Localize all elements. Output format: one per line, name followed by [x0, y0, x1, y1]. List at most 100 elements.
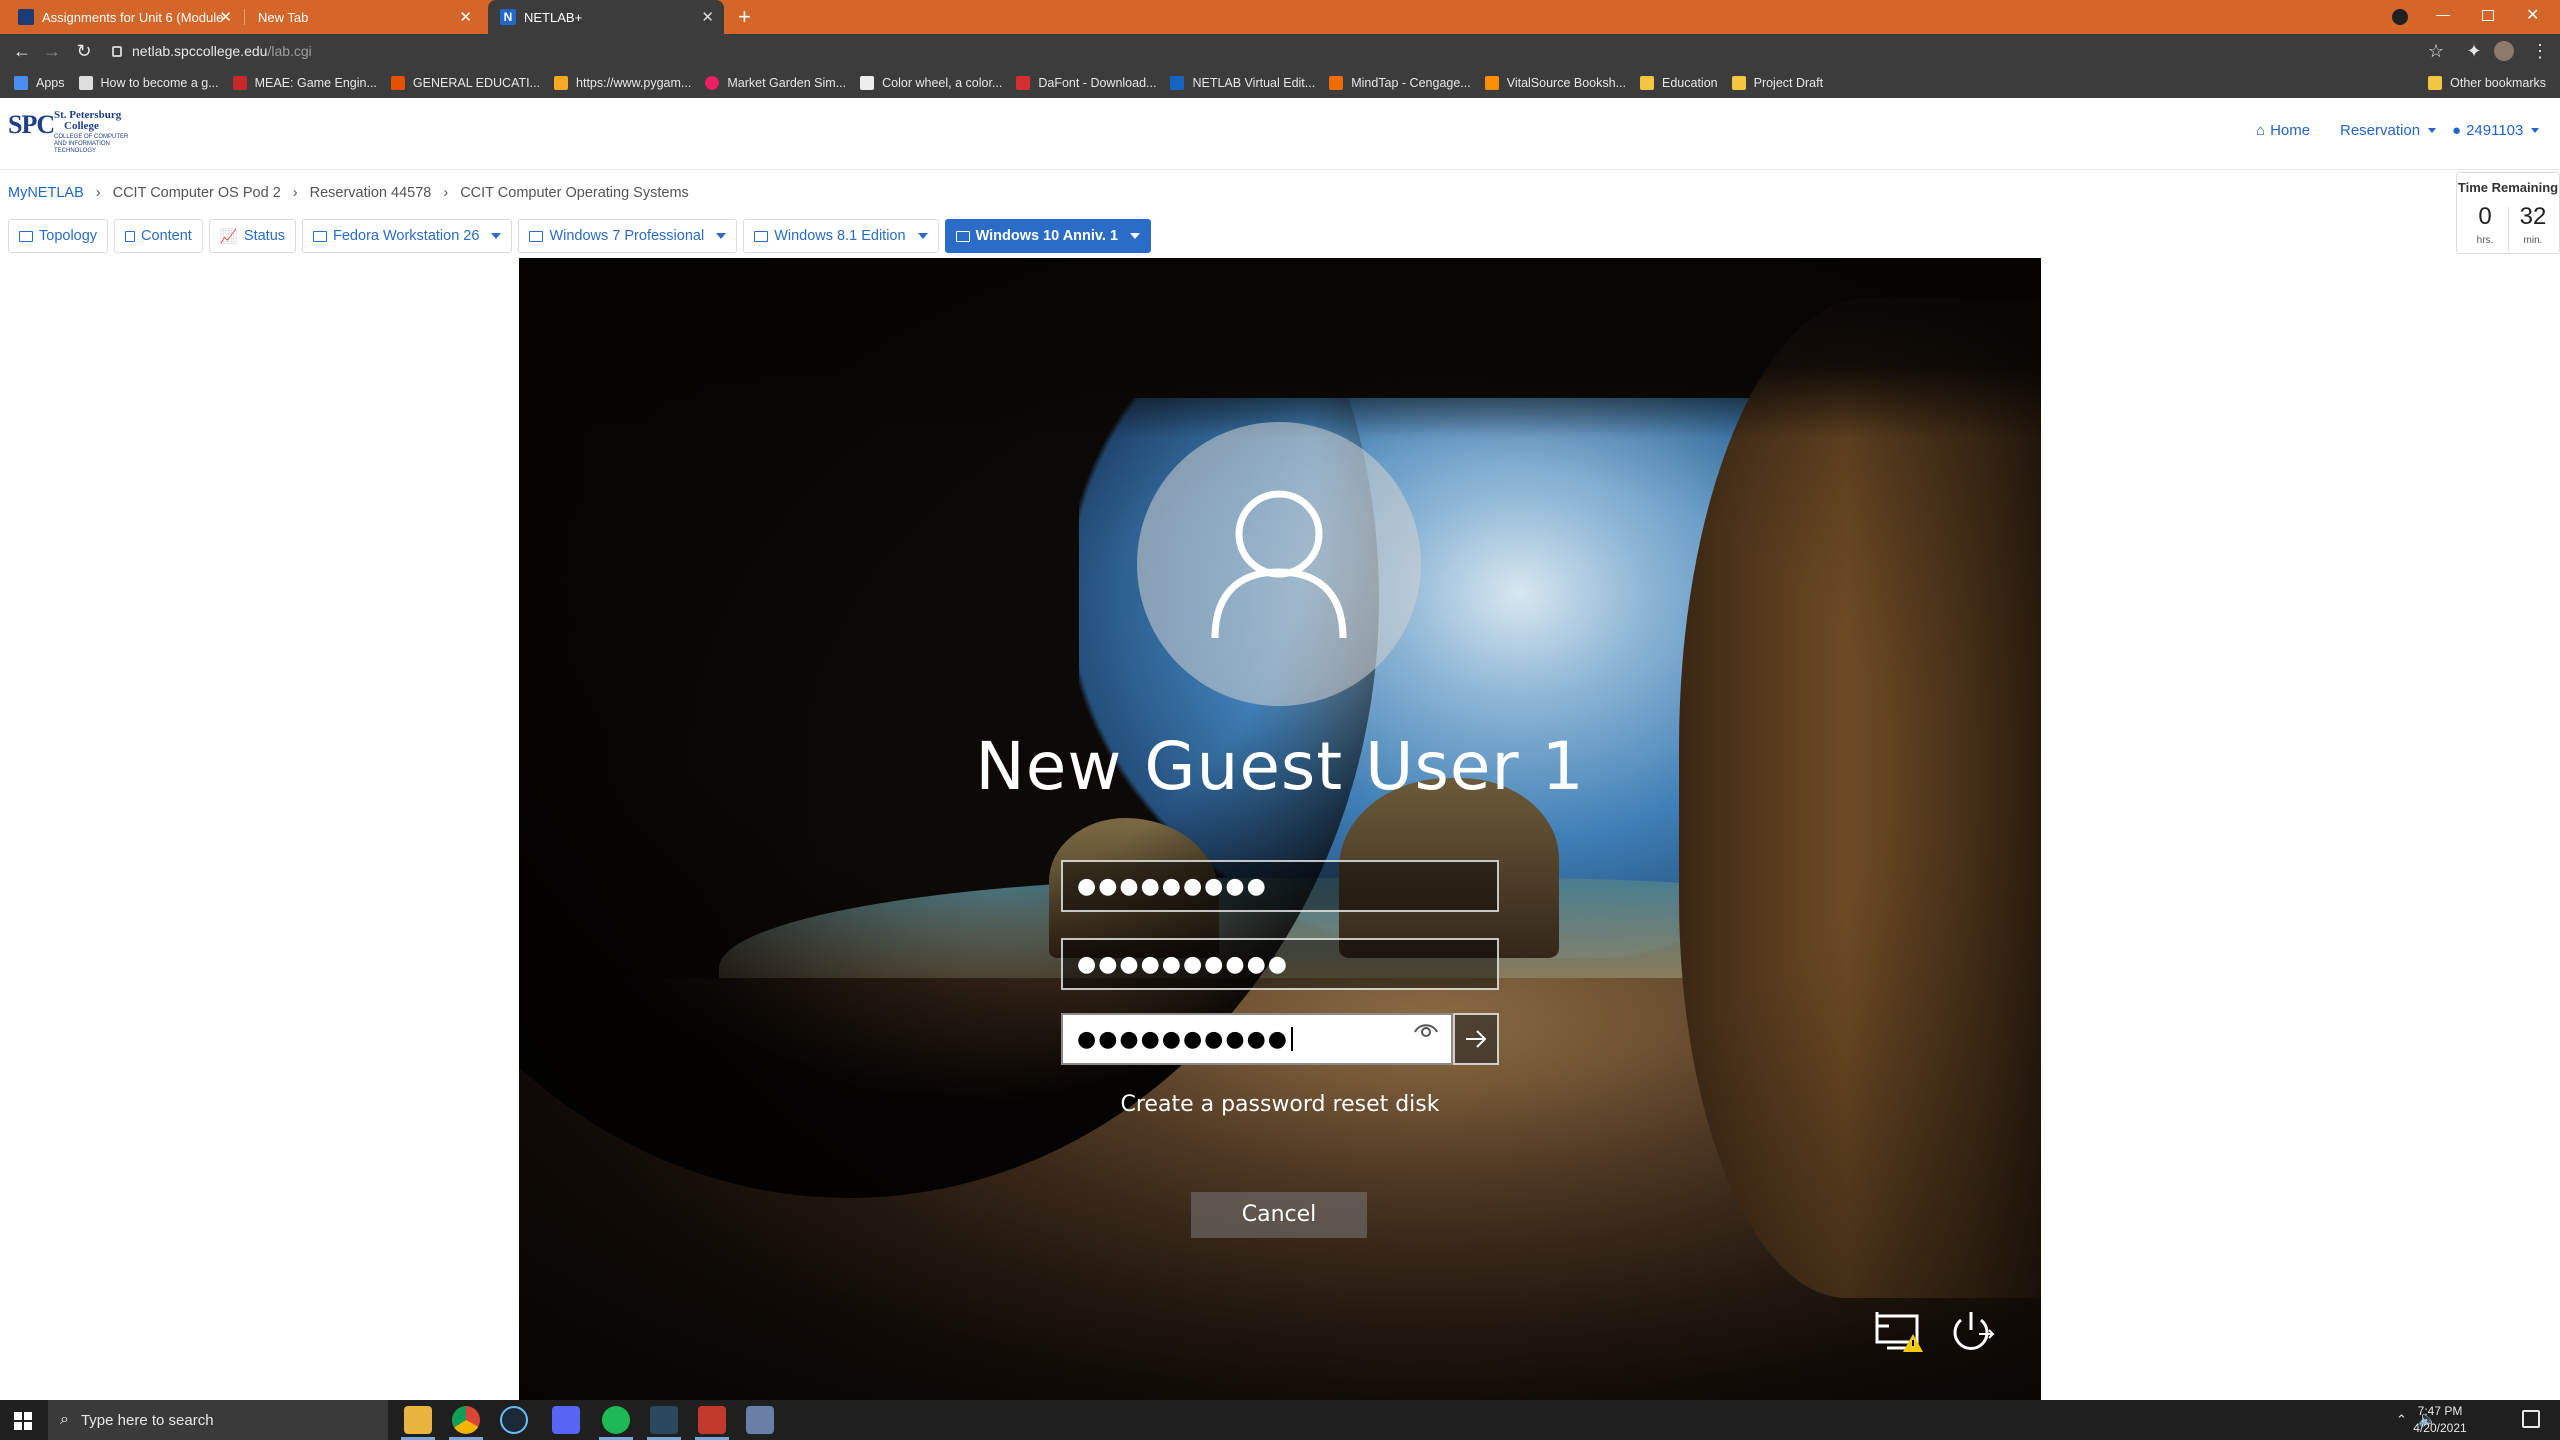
- chevron-down-icon: [2531, 128, 2540, 133]
- laptop-icon: [529, 230, 544, 242]
- arrow-right-icon: [1466, 1030, 1487, 1048]
- bookmark-item[interactable]: DaFont - Download...: [1016, 76, 1156, 90]
- tab-fedora[interactable]: Fedora Workstation 26: [302, 219, 513, 253]
- browser-tab[interactable]: New Tab ✕: [246, 0, 482, 34]
- maximize-window-icon[interactable]: [2482, 10, 2494, 21]
- tab-windows-10[interactable]: Windows 10 Anniv. 1: [944, 219, 1152, 253]
- submit-arrow-button[interactable]: [1453, 1013, 1499, 1065]
- netlab-header: SPC St. Petersburg College COLLEGE OF COM…: [0, 98, 2560, 170]
- reveal-password-eye-icon[interactable]: [1411, 1015, 1441, 1045]
- user-icon: ●: [2452, 122, 2462, 139]
- bookmark-folder[interactable]: Education: [1640, 76, 1718, 90]
- netlab-favicon-icon: N: [500, 9, 516, 25]
- home-link[interactable]: ⌂ Home: [2256, 122, 2310, 139]
- bookmark-item[interactable]: How to become a g...: [78, 76, 219, 90]
- bookmark-apps[interactable]: Apps: [14, 76, 65, 90]
- time-remaining-title: Time Remaining: [2457, 180, 2559, 195]
- caret-down-icon: [491, 233, 502, 239]
- tab-title: New Tab: [258, 9, 309, 25]
- bookmark-item[interactable]: GENERAL EDUCATI...: [390, 76, 540, 90]
- tab-topology[interactable]: Topology: [8, 219, 109, 253]
- close-tab-icon[interactable]: ✕: [701, 8, 714, 26]
- cancel-button[interactable]: Cancel: [1191, 1192, 1367, 1238]
- profile-avatar[interactable]: [2494, 41, 2514, 61]
- windows-start-icon[interactable]: [14, 1412, 32, 1430]
- apps-grid-icon: [14, 76, 28, 90]
- power-icon[interactable]: [1947, 1310, 1995, 1359]
- bookmark-item[interactable]: https://www.pygam...: [554, 76, 691, 90]
- tab-windows-7[interactable]: Windows 7 Professional: [518, 219, 738, 253]
- address-bar[interactable]: netlab.spccollege.edu/lab.cgi: [112, 39, 2412, 63]
- laptop-icon: [754, 230, 769, 242]
- forward-arrow-icon[interactable]: →: [40, 39, 64, 63]
- bookmark-favicon-icon: [1484, 76, 1499, 90]
- tab-status[interactable]: 📈 Status: [208, 219, 297, 253]
- minutes-unit: min.: [2523, 235, 2543, 246]
- vm-console[interactable]: New Guest User 1 ●●●●●●●●● ●●●●●●●●●● ●●…: [519, 258, 2041, 1400]
- discord-icon[interactable]: [552, 1406, 580, 1434]
- folder-icon: [2428, 76, 2443, 90]
- back-arrow-icon[interactable]: ←: [10, 39, 34, 63]
- spc-logo[interactable]: SPC St. Petersburg College COLLEGE OF COM…: [8, 110, 138, 155]
- record-indicator-icon[interactable]: [2392, 9, 2408, 25]
- notifications-icon[interactable]: [2522, 1410, 2540, 1428]
- folder-icon: [1731, 76, 1746, 90]
- new-tab-button[interactable]: +: [738, 4, 751, 30]
- browser-tab-strip: Assignments for Unit 6 (Module ✕ New Tab…: [0, 0, 2560, 34]
- bookmark-favicon-icon: [554, 76, 569, 90]
- menu-dots-icon[interactable]: ⋮: [2528, 39, 2552, 63]
- windows-taskbar: ⌕ Type here to search ⌃ 🔈 7:47 PM 4/20/2…: [0, 1400, 2560, 1440]
- search-icon: ⌕: [60, 1411, 69, 1428]
- bookmark-folder[interactable]: Project Draft: [1731, 76, 1823, 90]
- minimize-window-icon[interactable]: —: [2436, 6, 2450, 22]
- hours-unit: hrs.: [2476, 235, 2494, 246]
- clock-time: 7:47 PM: [2417, 1404, 2463, 1418]
- close-window-icon[interactable]: ✕: [2526, 5, 2539, 25]
- bookmark-item[interactable]: VitalSource Booksh...: [1484, 76, 1626, 90]
- laptop-icon: [313, 230, 328, 242]
- bookmark-item[interactable]: Market Garden Sim...: [705, 76, 846, 90]
- caret-down-icon: [1130, 233, 1141, 239]
- tab-content[interactable]: Content: [114, 219, 203, 253]
- password-field[interactable]: ●●●●●●●●●: [1061, 860, 1499, 912]
- taskbar-clock[interactable]: 7:47 PM 4/20/2021: [2380, 1403, 2500, 1437]
- folder-icon: [1640, 76, 1654, 90]
- steam-client-icon[interactable]: [650, 1406, 678, 1434]
- taskbar-search-input[interactable]: ⌕ Type here to search: [48, 1400, 388, 1440]
- spotify-icon[interactable]: [602, 1406, 630, 1434]
- new-password-field[interactable]: ●●●●●●●●●●: [1061, 938, 1499, 990]
- tab-windows-81[interactable]: Windows 8.1 Edition: [743, 219, 939, 253]
- close-tab-icon[interactable]: ✕: [459, 8, 472, 26]
- steam-icon[interactable]: [500, 1406, 528, 1434]
- bookmark-item[interactable]: Color wheel, a color...: [860, 76, 1002, 90]
- bookmark-item[interactable]: NETLAB Virtual Edit...: [1170, 76, 1315, 90]
- url-path: /lab.cgi: [267, 43, 312, 59]
- close-tab-icon[interactable]: ✕: [219, 8, 232, 26]
- confirm-password-field[interactable]: ●●●●●●●●●●: [1061, 1013, 1453, 1065]
- extensions-puzzle-icon[interactable]: ✦: [2462, 39, 2486, 63]
- create-password-reset-disk-link[interactable]: Create a password reset disk: [519, 1092, 2041, 1117]
- bookmark-star-icon[interactable]: ☆: [2424, 39, 2448, 63]
- app-icon[interactable]: [746, 1406, 774, 1434]
- minutes-value: 32: [2519, 203, 2547, 230]
- reload-icon[interactable]: ↻: [72, 39, 96, 63]
- browser-tab-active[interactable]: N NETLAB+ ✕: [488, 0, 724, 34]
- breadcrumb: MyNETLAB › CCIT Computer OS Pod 2 › Rese…: [8, 185, 689, 201]
- other-bookmarks[interactable]: Other bookmarks: [2428, 76, 2546, 90]
- user-menu[interactable]: ● 2491103: [2452, 122, 2540, 139]
- chrome-icon[interactable]: [452, 1406, 480, 1434]
- bookmark-item[interactable]: MEAE: Game Engin...: [232, 76, 377, 90]
- time-remaining-panel: Time Remaining 0 32 hrs. min.: [2456, 172, 2560, 254]
- bookmark-item[interactable]: MindTap - Cengage...: [1329, 76, 1471, 90]
- file-explorer-icon[interactable]: [404, 1406, 432, 1434]
- breadcrumb-mynetlab[interactable]: MyNETLAB: [8, 185, 84, 201]
- hours-value: 0: [2478, 203, 2492, 230]
- bookmark-favicon-icon: [705, 76, 720, 90]
- reservation-menu[interactable]: Reservation: [2340, 122, 2437, 139]
- bookmark-favicon-icon: [78, 76, 93, 90]
- browser-tab[interactable]: Assignments for Unit 6 (Module ✕: [6, 0, 242, 34]
- browser-toolbar: ← → ↻ netlab.spccollege.edu/lab.cgi ☆ ✦ …: [0, 34, 2560, 68]
- app-icon[interactable]: [698, 1406, 726, 1434]
- network-warning-icon[interactable]: [1875, 1310, 1925, 1359]
- url-host: netlab.spccollege.edu: [132, 43, 268, 59]
